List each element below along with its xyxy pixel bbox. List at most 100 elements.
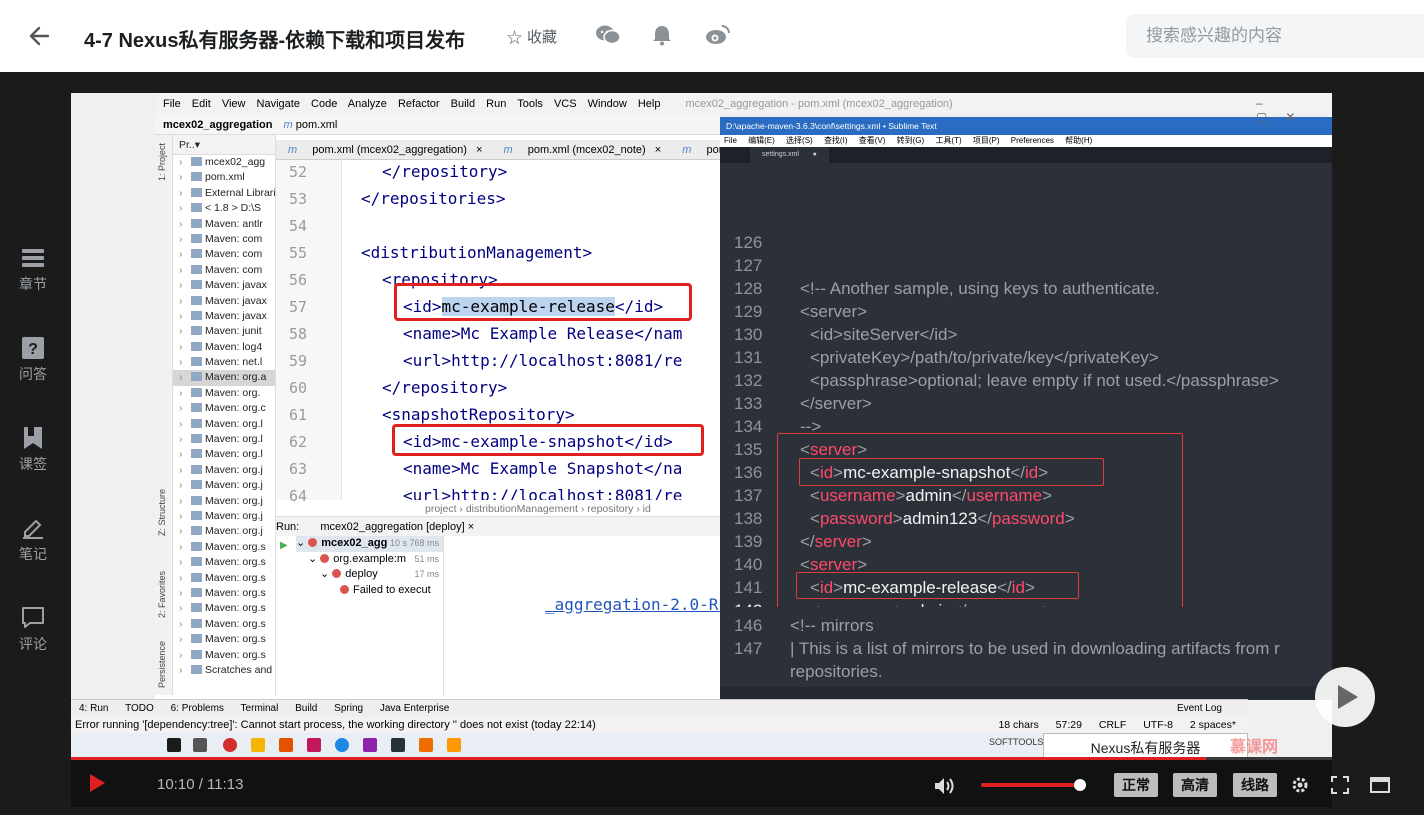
project-tree-row[interactable]: › Maven: junit	[173, 324, 275, 339]
menu-help[interactable]: Help	[638, 98, 661, 110]
project-tree-row[interactable]: › Maven: org.s	[173, 632, 275, 647]
rail-comments[interactable]: 评论	[10, 606, 56, 654]
chevron-right-icon[interactable]: ›	[179, 217, 183, 232]
toolwin-todo[interactable]: TODO	[125, 703, 154, 714]
run-tree-row[interactable]: ⌄ deploy 17 ms	[296, 567, 443, 583]
menu-run[interactable]: Run	[486, 98, 506, 110]
app-icon[interactable]	[419, 738, 433, 752]
editor-tab[interactable]: m pom.xml (mcex02_note) ×	[491, 144, 667, 156]
chevron-right-icon[interactable]: ›	[179, 355, 183, 370]
sublime-tab[interactable]: settings.xml ●	[750, 147, 829, 163]
project-tree-row[interactable]: › Maven: org.a	[173, 370, 275, 386]
project-tree-row[interactable]: › Maven: com	[173, 232, 275, 247]
sub-line-130[interactable]: <privateKey>/path/to/private/key</privat…	[810, 348, 1159, 368]
project-tree-row[interactable]: › Maven: org.l	[173, 417, 275, 432]
volume-icon[interactable]	[934, 777, 956, 800]
chevron-right-icon[interactable]: ›	[179, 278, 183, 293]
chevron-right-icon[interactable]: ›	[179, 432, 183, 447]
code-line-58[interactable]: <name>Mc Example Release</nam	[403, 324, 682, 343]
sub-line-147[interactable]: | This is a list of mirrors to be used i…	[790, 639, 1280, 659]
sublime-menu-item[interactable]: 选择(S)	[786, 136, 813, 145]
project-tree-row[interactable]: › Maven: org.j	[173, 478, 275, 493]
rail-questions[interactable]: ? 问答	[10, 336, 56, 384]
sublime-menu-item[interactable]: 查看(V)	[859, 136, 886, 145]
bell-icon[interactable]	[651, 24, 675, 46]
toolwin-build[interactable]: Build	[295, 703, 317, 714]
sub-line-129[interactable]: <id>siteServer</id>	[810, 325, 957, 345]
status-position[interactable]: 57:29	[1056, 719, 1082, 731]
sublime-menu-item[interactable]: 帮助(H)	[1065, 136, 1092, 145]
run-tab[interactable]: mcex02_aggregation [deploy]	[320, 521, 464, 533]
play-icon[interactable]	[90, 774, 105, 792]
code-line-60[interactable]: </repository>	[382, 378, 507, 397]
menu-build[interactable]: Build	[451, 98, 475, 110]
editor-tab[interactable]: m pom.xml (mcex02_aggregation) ×	[276, 144, 488, 156]
weibo-icon[interactable]	[705, 24, 730, 46]
toolwin-java-enterprise[interactable]: Java Enterprise	[380, 703, 449, 714]
chevron-right-icon[interactable]: ›	[179, 155, 183, 170]
folder-icon[interactable]	[251, 738, 265, 752]
chevron-right-icon[interactable]: ›	[179, 632, 183, 647]
code-line-52[interactable]: </repository>	[382, 162, 507, 181]
project-tree-row[interactable]: › Maven: org.s	[173, 540, 275, 555]
chevron-right-icon[interactable]: ›	[179, 571, 183, 586]
side-label-favorites[interactable]: 2: Favorites	[157, 571, 167, 618]
line-button[interactable]: 线路	[1233, 773, 1277, 797]
crumb-project[interactable]: mcex02_aggregation	[163, 119, 272, 131]
project-tree-row[interactable]: › Maven: log4	[173, 340, 275, 355]
status-line-separator[interactable]: CRLF	[1099, 719, 1126, 731]
project-tree-row[interactable]: › Maven: org.s	[173, 601, 275, 616]
project-tree-row[interactable]: › Maven: org.	[173, 386, 275, 401]
menu-vcs[interactable]: VCS	[554, 98, 577, 110]
speed-button[interactable]: 正常	[1114, 773, 1158, 797]
project-tree-row[interactable]: › Maven: com	[173, 247, 275, 262]
edge-icon[interactable]	[335, 738, 349, 752]
fullscreen-icon[interactable]	[1331, 776, 1349, 794]
project-tree-row[interactable]: › pom.xml	[173, 170, 275, 185]
chevron-right-icon[interactable]: ›	[179, 617, 183, 632]
gear-icon[interactable]	[1291, 776, 1309, 794]
menu-window[interactable]: Window	[588, 98, 627, 110]
chevron-right-icon[interactable]: ›	[179, 540, 183, 555]
status-encoding[interactable]: UTF-8	[1143, 719, 1173, 731]
project-tree-row[interactable]: › Maven: org.s	[173, 648, 275, 663]
side-label-persistence[interactable]: Persistence	[157, 641, 167, 688]
code-line-61[interactable]: <snapshotRepository>	[382, 405, 575, 424]
menu-analyze[interactable]: Analyze	[348, 98, 387, 110]
video-player[interactable]: File Edit View Navigate Code Analyze Ref…	[71, 93, 1332, 807]
chevron-right-icon[interactable]: ›	[179, 170, 183, 185]
window-controls[interactable]: –▢✕	[1256, 96, 1332, 124]
run-tree-row[interactable]: ⌄ org.example:m 51 ms	[296, 552, 443, 568]
chevron-right-icon[interactable]: ›	[179, 417, 183, 432]
code-line-53[interactable]: </repositories>	[361, 189, 506, 208]
project-tree-row[interactable]: › Maven: org.s	[173, 571, 275, 586]
project-tree-row[interactable]: › Scratches and C	[173, 663, 275, 678]
sub-line-131[interactable]: <passphrase>optional; leave empty if not…	[810, 371, 1279, 391]
chevron-right-icon[interactable]: ›	[179, 294, 183, 309]
rail-chapters[interactable]: 章节	[10, 246, 56, 294]
toolwin-terminal[interactable]: Terminal	[241, 703, 279, 714]
chevron-right-icon[interactable]: ›	[179, 509, 183, 524]
sublime-menu-item[interactable]: 转到(G)	[897, 136, 925, 145]
windows-start-icon[interactable]	[167, 738, 181, 752]
project-tree-header[interactable]: Pr..▾	[173, 135, 275, 155]
volume-knob[interactable]	[1074, 779, 1086, 791]
project-tree-row[interactable]: › Maven: net.l	[173, 355, 275, 370]
editor-tab[interactable]: m pom.xml (mcex02_w	[670, 144, 720, 156]
chevron-right-icon[interactable]: ›	[179, 247, 183, 262]
menu-tools[interactable]: Tools	[517, 98, 543, 110]
sublime-icon[interactable]	[447, 738, 461, 752]
chevron-right-icon[interactable]: ›	[179, 232, 183, 247]
status-message[interactable]: Error running '[dependency:tree]': Canno…	[75, 719, 596, 731]
rail-notes[interactable]: 笔记	[10, 516, 56, 564]
chevron-right-icon[interactable]: ›	[179, 186, 183, 201]
project-tree-row[interactable]: › Maven: org.l	[173, 432, 275, 447]
sublime-menu-item[interactable]: 工具(T)	[935, 136, 961, 145]
project-tree-row[interactable]: › Maven: org.l	[173, 447, 275, 462]
sublime-menu-item[interactable]: 编辑(E)	[748, 136, 775, 145]
project-tree-row[interactable]: › Maven: org.j	[173, 494, 275, 509]
project-tree-row[interactable]: › Maven: org.j	[173, 509, 275, 524]
run-tree-row[interactable]: Failed to execut	[296, 583, 443, 599]
chevron-right-icon[interactable]: ›	[179, 601, 183, 616]
run-tree-row[interactable]: ⌄ mcex02_agg 10 s 768 ms	[296, 536, 443, 552]
